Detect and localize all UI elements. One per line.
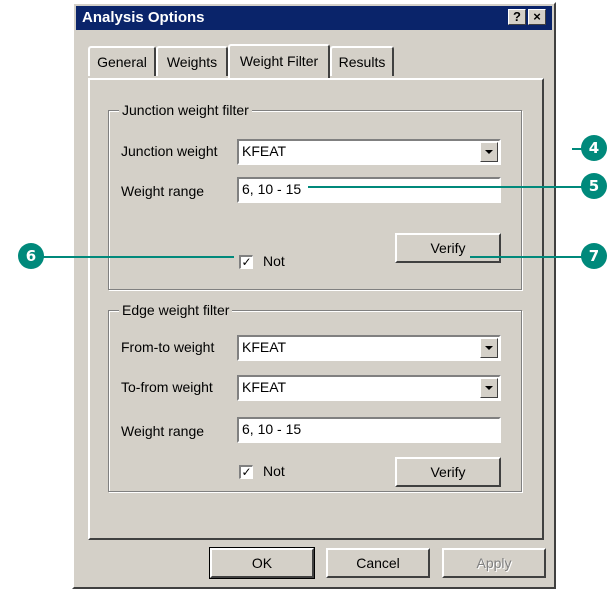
tab-weight-filter[interactable]: Weight Filter xyxy=(228,44,330,78)
help-button[interactable]: ? xyxy=(508,9,526,25)
callout-6-marker: 6 xyxy=(18,243,44,269)
junction-weight-filter-group: Junction weight filter Junction weight K… xyxy=(108,102,522,290)
from-to-weight-label: From-to weight xyxy=(121,339,215,355)
from-to-weight-combo[interactable]: KFEAT xyxy=(237,335,501,361)
ok-button[interactable]: OK xyxy=(209,547,315,579)
title-bar[interactable]: Analysis Options ? × xyxy=(76,6,552,30)
chevron-down-icon[interactable] xyxy=(480,338,498,358)
tab-label: Weights xyxy=(166,54,218,70)
weight-range-label: Weight range xyxy=(121,183,205,199)
button-label: Cancel xyxy=(356,555,400,571)
dialog-title: Analysis Options xyxy=(82,9,205,26)
to-from-weight-combo[interactable]: KFEAT xyxy=(237,375,501,401)
combo-value: KFEAT xyxy=(242,379,287,395)
cancel-button[interactable]: Cancel xyxy=(326,548,430,578)
close-button[interactable]: × xyxy=(528,9,546,25)
junction-weight-combo[interactable]: KFEAT xyxy=(237,139,501,165)
weight-filter-panel: Junction weight filter Junction weight K… xyxy=(88,78,544,540)
edge-weight-range-input[interactable]: 6, 10 - 15 xyxy=(237,417,501,443)
apply-button[interactable]: Apply xyxy=(442,548,546,578)
junction-not-checkbox[interactable]: ✓ xyxy=(239,255,253,269)
tab-label: Results xyxy=(338,54,386,70)
tab-results[interactable]: Results xyxy=(330,46,394,76)
not-label: Not xyxy=(263,463,285,479)
edge-not-checkbox[interactable]: ✓ xyxy=(239,465,253,479)
callout-5-marker: 5 xyxy=(581,173,607,199)
button-label: Verify xyxy=(430,464,466,480)
callout-7-line xyxy=(470,256,582,258)
chevron-down-icon[interactable] xyxy=(480,378,498,398)
edge-verify-button[interactable]: Verify xyxy=(395,457,501,487)
weight-range-label: Weight range xyxy=(121,423,205,439)
chevron-down-icon[interactable] xyxy=(480,142,498,162)
tab-weights[interactable]: Weights xyxy=(156,46,228,76)
input-value: 6, 10 - 15 xyxy=(242,421,302,437)
junction-verify-button[interactable]: Verify xyxy=(395,233,501,263)
tab-label: General xyxy=(97,54,147,70)
button-label: Verify xyxy=(430,240,466,256)
combo-value: KFEAT xyxy=(242,339,287,355)
callout-7-marker: 7 xyxy=(581,243,607,269)
input-value: 6, 10 - 15 xyxy=(242,181,302,197)
tab-general[interactable]: General xyxy=(88,46,156,76)
button-label: Apply xyxy=(476,555,512,571)
button-label: OK xyxy=(251,555,273,571)
group-title: Edge weight filter xyxy=(119,302,233,318)
tab-label: Weight Filter xyxy=(239,53,319,69)
check-icon: ✓ xyxy=(241,465,252,479)
junction-weight-range-input[interactable]: 6, 10 - 15 xyxy=(237,177,501,203)
callout-4-marker: 4 xyxy=(581,135,607,161)
junction-weight-label: Junction weight xyxy=(121,143,218,159)
callout-5-line xyxy=(308,186,582,188)
callout-6-line xyxy=(38,256,234,258)
edge-weight-filter-group: Edge weight filter From-to weight KFEAT … xyxy=(108,302,522,492)
combo-value: KFEAT xyxy=(242,143,287,159)
analysis-options-dialog: Analysis Options ? × General Weights Wei… xyxy=(72,2,556,589)
to-from-weight-label: To-from weight xyxy=(121,379,213,395)
group-title: Junction weight filter xyxy=(119,102,252,118)
check-icon: ✓ xyxy=(241,255,252,269)
not-label: Not xyxy=(263,253,285,269)
